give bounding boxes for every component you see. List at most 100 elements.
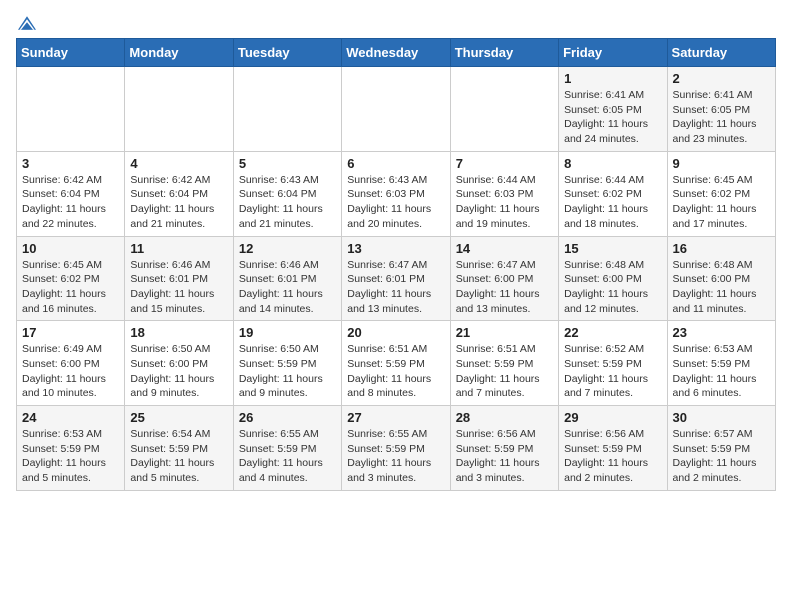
weekday-header-tuesday: Tuesday (233, 39, 341, 67)
weekday-header-wednesday: Wednesday (342, 39, 450, 67)
calendar-cell: 26Sunrise: 6:55 AM Sunset: 5:59 PM Dayli… (233, 406, 341, 491)
calendar-week-2: 3 Sunrise: 6:42 AM Sunset: 6:04 PM Daylig… (17, 151, 776, 236)
day-info: Sunrise: 6:51 AM Sunset: 5:59 PM Dayligh… (456, 342, 553, 401)
calendar-week-1: 1 Sunrise: 6:41 AM Sunset: 6:05 PM Daylig… (17, 67, 776, 152)
calendar-cell: 2Sunrise: 6:41 AM Sunset: 6:05 PM Daylig… (667, 67, 775, 152)
day-number: 3 (22, 156, 119, 171)
calendar-cell: 20Sunrise: 6:51 AM Sunset: 5:59 PM Dayli… (342, 321, 450, 406)
calendar-cell: 29 Sunrise: 6:56 AM Sunset: 5:59 PM Dayli… (559, 406, 667, 491)
day-number: 9 (673, 156, 770, 171)
day-number: 2 (673, 71, 770, 86)
day-info: Sunrise: 6:56 AM Sunset: 5:59 PM Dayligh… (564, 427, 661, 486)
calendar-cell (17, 67, 125, 152)
weekday-header-sunday: Sunday (17, 39, 125, 67)
weekday-header-friday: Friday (559, 39, 667, 67)
calendar-week-5: 24Sunrise: 6:53 AM Sunset: 5:59 PM Dayli… (17, 406, 776, 491)
day-info: Sunrise: 6:42 AM Sunset: 6:04 PM Dayligh… (130, 173, 227, 232)
day-number: 14 (456, 241, 553, 256)
calendar-cell: 5 Sunrise: 6:43 AM Sunset: 6:04 PM Daylig… (233, 151, 341, 236)
day-number: 23 (673, 325, 770, 340)
calendar-cell: 10 Sunrise: 6:45 AM Sunset: 6:02 PM Dayli… (17, 236, 125, 321)
day-info: Sunrise: 6:44 AM Sunset: 6:02 PM Dayligh… (564, 173, 661, 232)
calendar-cell: 8 Sunrise: 6:44 AM Sunset: 6:02 PM Daylig… (559, 151, 667, 236)
day-number: 11 (130, 241, 227, 256)
calendar-cell: 16 Sunrise: 6:48 AM Sunset: 6:00 PM Dayli… (667, 236, 775, 321)
calendar-cell: 28 Sunrise: 6:56 AM Sunset: 5:59 PM Dayli… (450, 406, 558, 491)
calendar-cell: 24Sunrise: 6:53 AM Sunset: 5:59 PM Dayli… (17, 406, 125, 491)
calendar-week-4: 17Sunrise: 6:49 AM Sunset: 6:00 PM Dayli… (17, 321, 776, 406)
calendar-cell: 12 Sunrise: 6:46 AM Sunset: 6:01 PM Dayli… (233, 236, 341, 321)
day-number: 26 (239, 410, 336, 425)
day-info: Sunrise: 6:55 AM Sunset: 5:59 PM Dayligh… (347, 427, 444, 486)
logo-icon (18, 16, 36, 30)
day-number: 10 (22, 241, 119, 256)
day-info: Sunrise: 6:42 AM Sunset: 6:04 PM Dayligh… (22, 173, 119, 232)
page-header (16, 16, 776, 30)
day-number: 22 (564, 325, 661, 340)
day-number: 18 (130, 325, 227, 340)
day-info: Sunrise: 6:47 AM Sunset: 6:01 PM Dayligh… (347, 258, 444, 317)
day-number: 16 (673, 241, 770, 256)
day-number: 19 (239, 325, 336, 340)
calendar-cell: 9 Sunrise: 6:45 AM Sunset: 6:02 PM Daylig… (667, 151, 775, 236)
calendar-cell: 17Sunrise: 6:49 AM Sunset: 6:00 PM Dayli… (17, 321, 125, 406)
day-info: Sunrise: 6:48 AM Sunset: 6:00 PM Dayligh… (673, 258, 770, 317)
logo (16, 16, 36, 30)
day-info: Sunrise: 6:54 AM Sunset: 5:59 PM Dayligh… (130, 427, 227, 486)
day-number: 6 (347, 156, 444, 171)
weekday-header-saturday: Saturday (667, 39, 775, 67)
day-number: 30 (673, 410, 770, 425)
calendar-cell: 11 Sunrise: 6:46 AM Sunset: 6:01 PM Dayli… (125, 236, 233, 321)
day-info: Sunrise: 6:41 AM Sunset: 6:05 PM Dayligh… (564, 88, 661, 147)
calendar-cell: 27 Sunrise: 6:55 AM Sunset: 5:59 PM Dayli… (342, 406, 450, 491)
day-info: Sunrise: 6:46 AM Sunset: 6:01 PM Dayligh… (130, 258, 227, 317)
day-number: 5 (239, 156, 336, 171)
day-number: 12 (239, 241, 336, 256)
day-number: 1 (564, 71, 661, 86)
day-info: Sunrise: 6:57 AM Sunset: 5:59 PM Dayligh… (673, 427, 770, 486)
day-info: Sunrise: 6:52 AM Sunset: 5:59 PM Dayligh… (564, 342, 661, 401)
calendar-cell: 14 Sunrise: 6:47 AM Sunset: 6:00 PM Dayli… (450, 236, 558, 321)
day-info: Sunrise: 6:45 AM Sunset: 6:02 PM Dayligh… (22, 258, 119, 317)
calendar-cell (125, 67, 233, 152)
day-number: 4 (130, 156, 227, 171)
calendar-cell: 6Sunrise: 6:43 AM Sunset: 6:03 PM Daylig… (342, 151, 450, 236)
calendar-cell: 18 Sunrise: 6:50 AM Sunset: 6:00 PM Dayli… (125, 321, 233, 406)
calendar-cell: 3 Sunrise: 6:42 AM Sunset: 6:04 PM Daylig… (17, 151, 125, 236)
day-info: Sunrise: 6:50 AM Sunset: 6:00 PM Dayligh… (130, 342, 227, 401)
calendar-cell (342, 67, 450, 152)
day-info: Sunrise: 6:44 AM Sunset: 6:03 PM Dayligh… (456, 173, 553, 232)
day-number: 8 (564, 156, 661, 171)
day-number: 7 (456, 156, 553, 171)
day-number: 28 (456, 410, 553, 425)
day-info: Sunrise: 6:43 AM Sunset: 6:04 PM Dayligh… (239, 173, 336, 232)
weekday-header-thursday: Thursday (450, 39, 558, 67)
calendar-cell (233, 67, 341, 152)
calendar-week-3: 10 Sunrise: 6:45 AM Sunset: 6:02 PM Dayli… (17, 236, 776, 321)
calendar-cell: 21Sunrise: 6:51 AM Sunset: 5:59 PM Dayli… (450, 321, 558, 406)
day-info: Sunrise: 6:51 AM Sunset: 5:59 PM Dayligh… (347, 342, 444, 401)
calendar-cell: 25Sunrise: 6:54 AM Sunset: 5:59 PM Dayli… (125, 406, 233, 491)
calendar-cell: 19Sunrise: 6:50 AM Sunset: 5:59 PM Dayli… (233, 321, 341, 406)
weekday-header-monday: Monday (125, 39, 233, 67)
calendar-cell: 13 Sunrise: 6:47 AM Sunset: 6:01 PM Dayli… (342, 236, 450, 321)
day-info: Sunrise: 6:56 AM Sunset: 5:59 PM Dayligh… (456, 427, 553, 486)
day-info: Sunrise: 6:49 AM Sunset: 6:00 PM Dayligh… (22, 342, 119, 401)
calendar-cell: 4 Sunrise: 6:42 AM Sunset: 6:04 PM Daylig… (125, 151, 233, 236)
day-info: Sunrise: 6:48 AM Sunset: 6:00 PM Dayligh… (564, 258, 661, 317)
day-info: Sunrise: 6:46 AM Sunset: 6:01 PM Dayligh… (239, 258, 336, 317)
day-number: 29 (564, 410, 661, 425)
day-number: 27 (347, 410, 444, 425)
calendar-cell: 22 Sunrise: 6:52 AM Sunset: 5:59 PM Dayli… (559, 321, 667, 406)
calendar-header: SundayMondayTuesdayWednesdayThursdayFrid… (17, 39, 776, 67)
day-info: Sunrise: 6:47 AM Sunset: 6:00 PM Dayligh… (456, 258, 553, 317)
calendar-table: SundayMondayTuesdayWednesdayThursdayFrid… (16, 38, 776, 491)
calendar-cell: 15Sunrise: 6:48 AM Sunset: 6:00 PM Dayli… (559, 236, 667, 321)
weekday-header-row: SundayMondayTuesdayWednesdayThursdayFrid… (17, 39, 776, 67)
calendar-cell: 30 Sunrise: 6:57 AM Sunset: 5:59 PM Dayli… (667, 406, 775, 491)
calendar-cell (450, 67, 558, 152)
day-info: Sunrise: 6:45 AM Sunset: 6:02 PM Dayligh… (673, 173, 770, 232)
day-number: 13 (347, 241, 444, 256)
calendar-cell: 23 Sunrise: 6:53 AM Sunset: 5:59 PM Dayli… (667, 321, 775, 406)
day-info: Sunrise: 6:53 AM Sunset: 5:59 PM Dayligh… (673, 342, 770, 401)
